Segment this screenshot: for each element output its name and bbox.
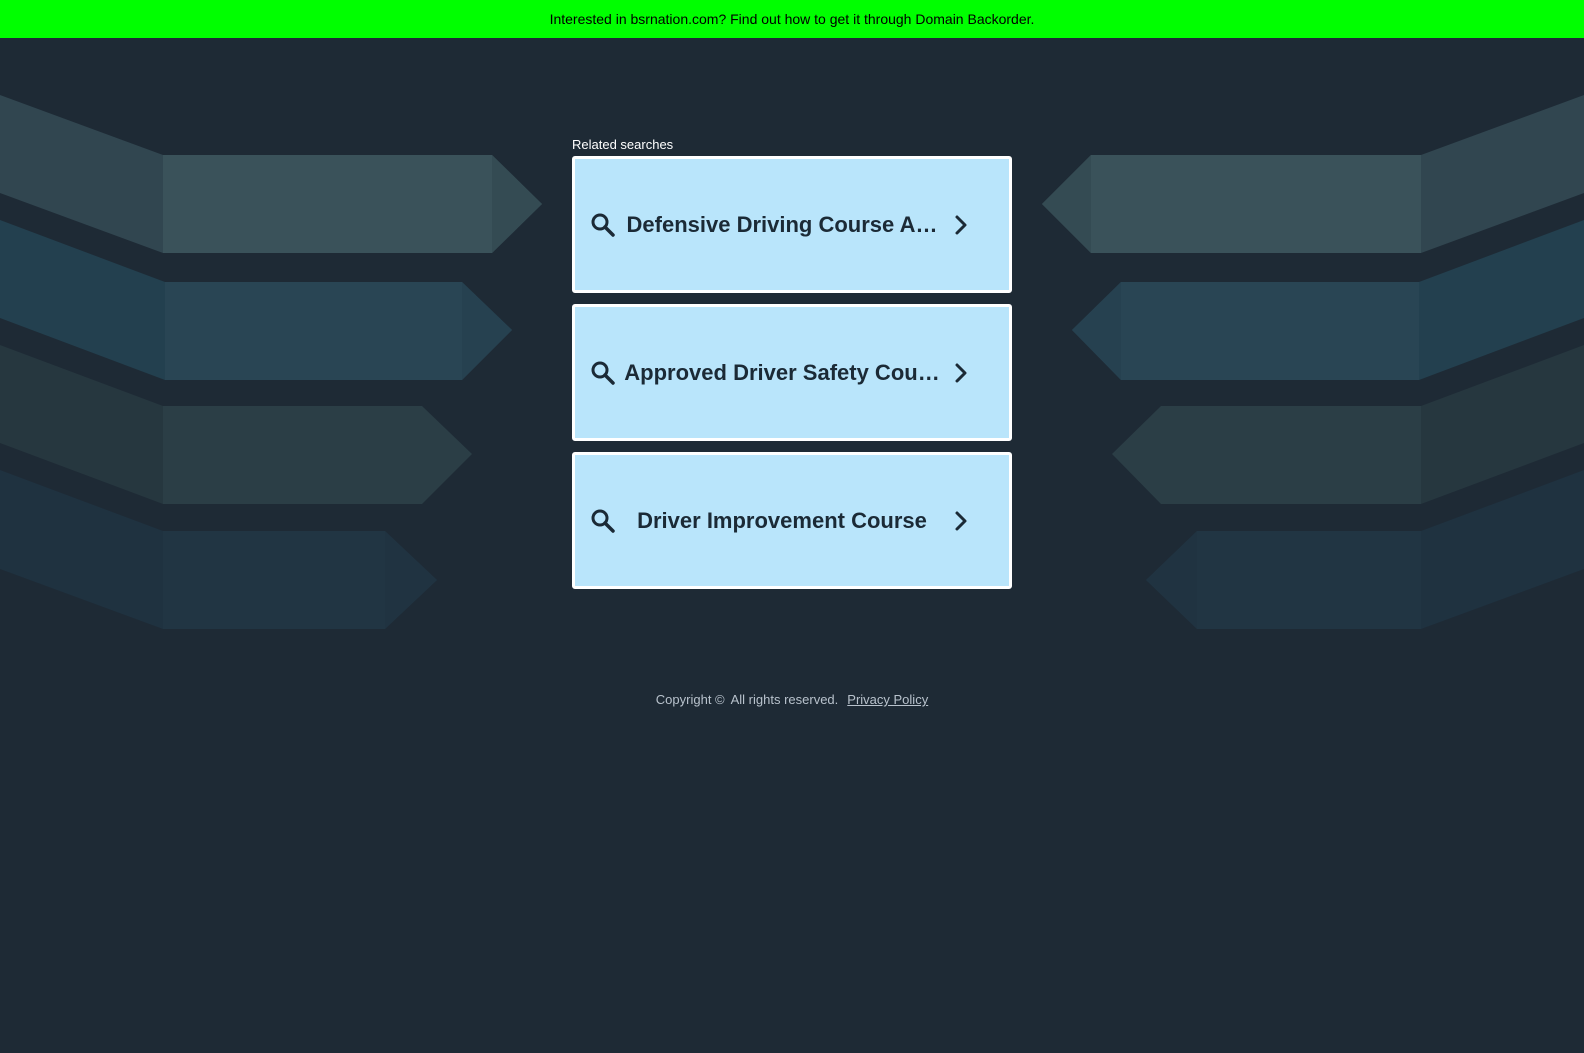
privacy-policy-link[interactable]: Privacy Policy	[847, 692, 928, 707]
related-search-item-1[interactable]: Defensive Driving Course A…	[572, 156, 1012, 293]
search-icon	[589, 359, 617, 387]
backorder-link[interactable]: Interested in bsrnation.com? Find out ho…	[550, 11, 1035, 27]
backorder-banner[interactable]: Interested in bsrnation.com? Find out ho…	[0, 0, 1584, 38]
related-search-item-3[interactable]: Driver Improvement Course	[572, 452, 1012, 589]
page: Interested in bsrnation.com? Find out ho…	[0, 0, 1584, 1053]
footer: Copyright © All rights reserved. Privacy…	[0, 692, 1584, 707]
related-searches-label: Related searches	[572, 137, 674, 152]
search-icon	[589, 211, 617, 239]
chevron-right-icon	[947, 507, 975, 535]
related-searches: Related searches Defensive Driving Cours…	[572, 134, 1012, 600]
related-search-label: Approved Driver Safety Cou…	[624, 359, 940, 385]
copyright-text: Copyright ©	[655, 692, 725, 707]
chevron-right-icon	[947, 211, 975, 239]
related-search-label: Driver Improvement Course	[637, 507, 927, 533]
left-arrows	[0, 95, 542, 629]
rights-text: All rights reserved.	[730, 692, 839, 707]
search-icon	[589, 507, 617, 535]
related-search-item-2[interactable]: Approved Driver Safety Cou…	[572, 304, 1012, 441]
related-search-label: Defensive Driving Course A…	[626, 211, 938, 237]
right-arrows	[1042, 95, 1584, 629]
chevron-right-icon	[947, 359, 975, 387]
